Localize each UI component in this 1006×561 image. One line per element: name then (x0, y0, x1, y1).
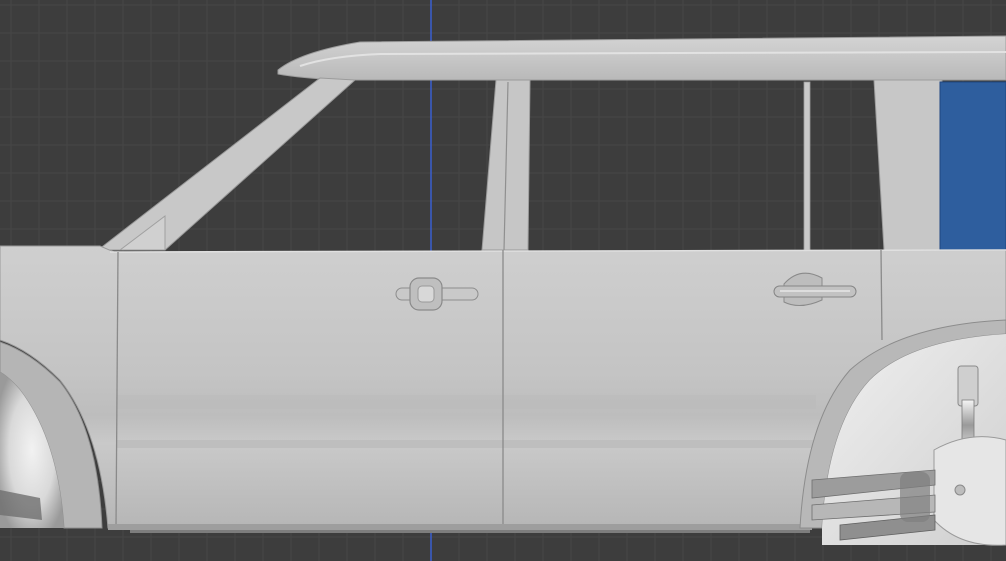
viewport-canvas[interactable] (0, 0, 1006, 561)
rocker-panel[interactable] (108, 524, 812, 530)
a-pillar[interactable] (96, 77, 357, 251)
roof-panel[interactable] (277, 35, 1006, 81)
sill-trim (130, 530, 810, 533)
3d-viewport[interactable] (0, 0, 1006, 561)
body-lower-band-2 (116, 440, 816, 448)
rear-wheel-hub[interactable] (933, 436, 1006, 546)
body-lower-band (116, 395, 816, 409)
selected-rear-quarter-glass[interactable] (939, 81, 1006, 251)
rear-window-divider (803, 81, 811, 251)
c-pillar[interactable] (873, 79, 947, 251)
